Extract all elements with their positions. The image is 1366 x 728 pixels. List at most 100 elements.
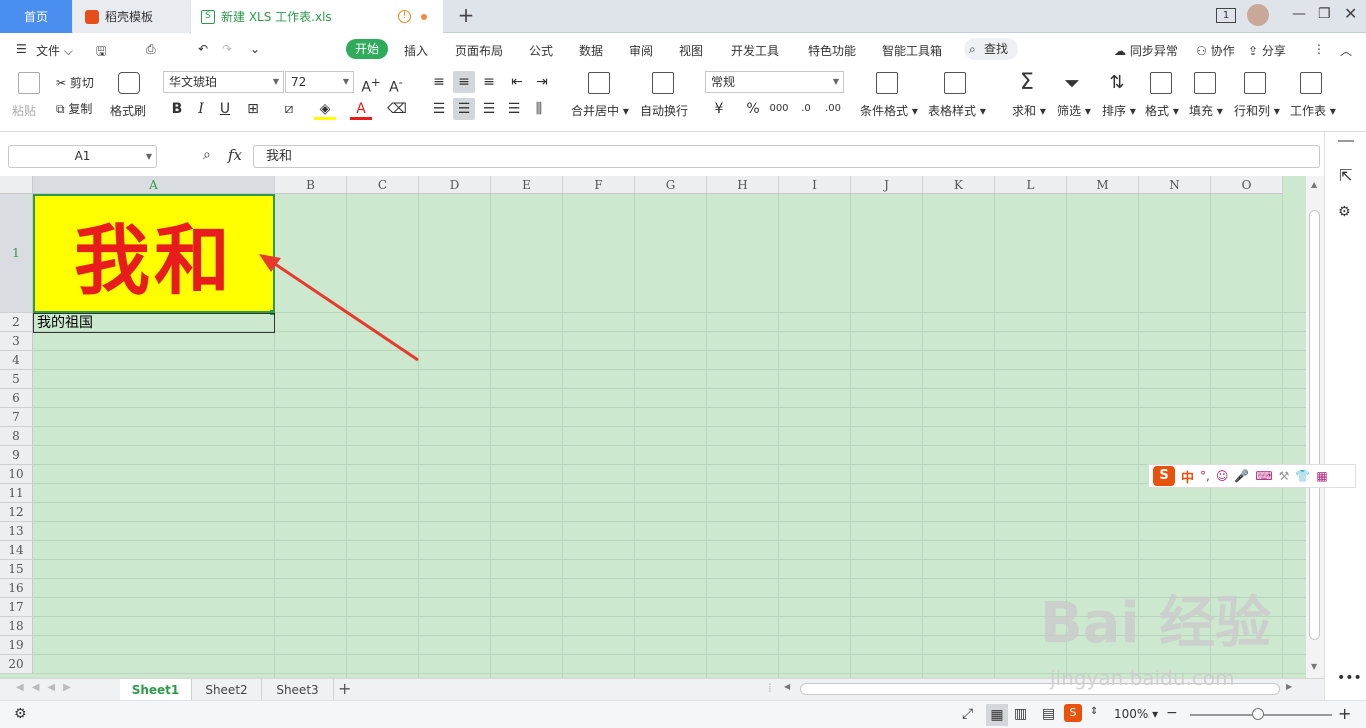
restore-icon[interactable]: ❐ <box>1318 6 1331 22</box>
macro-icon[interactable]: ⚙ <box>14 706 27 722</box>
search-button[interactable]: ⌕ 查找 <box>964 38 1018 60</box>
fill-icon[interactable] <box>1194 72 1216 94</box>
avatar[interactable] <box>1247 4 1269 26</box>
row-col-icon[interactable] <box>1244 72 1266 94</box>
format-button[interactable]: 格式 ▾ <box>1145 102 1179 119</box>
column-header-a[interactable]: A <box>33 176 275 194</box>
align-bottom-icon[interactable]: ≡ <box>478 71 500 93</box>
row-header-19[interactable]: 19 <box>0 636 33 655</box>
column-header-i[interactable]: I <box>779 176 851 194</box>
sheet-tab-2[interactable]: Sheet2 <box>192 679 262 701</box>
thousands-icon[interactable]: 000 <box>768 98 790 120</box>
table-style-icon[interactable] <box>944 72 966 94</box>
warning-icon[interactable]: ! <box>398 10 411 23</box>
sogou-tray-icon[interactable]: S <box>1064 704 1082 722</box>
tab-file[interactable]: S 新建 XLS 工作表.xls ! <box>191 0 443 33</box>
menu-features[interactable]: 特色功能 <box>808 42 856 59</box>
column-header-e[interactable]: E <box>491 176 563 194</box>
paste-icon[interactable] <box>18 72 40 94</box>
row-header-5[interactable]: 5 <box>0 370 33 389</box>
row-header-6[interactable]: 6 <box>0 389 33 408</box>
cell-style-icon[interactable]: ⧄ <box>278 98 300 120</box>
sum-button[interactable]: 求和 ▾ <box>1012 102 1046 119</box>
scroll-up-icon[interactable]: ▲ <box>1311 180 1317 189</box>
column-header-b[interactable]: B <box>275 176 347 194</box>
conditional-format-icon[interactable] <box>876 72 898 94</box>
percent-icon[interactable]: % <box>742 98 764 120</box>
more-icon[interactable]: ⋮ <box>1313 42 1325 56</box>
ime-toolbar[interactable]: S 中 °, ☺ 🎤 ⌨ ⚒ 👕 ▦ <box>1148 464 1356 488</box>
select-cursor-icon[interactable]: ⇱ <box>1339 166 1352 185</box>
conditional-format-button[interactable]: 条件格式 ▾ <box>860 102 918 119</box>
row-header-10[interactable]: 10 <box>0 465 33 484</box>
align-center-icon[interactable]: ☰ <box>453 98 475 120</box>
scroll-right-icon[interactable]: ▶ <box>1286 682 1292 691</box>
indent-decrease-icon[interactable]: ⇤ <box>506 71 528 93</box>
italic-icon[interactable]: I <box>190 98 212 120</box>
column-header-d[interactable]: D <box>419 176 491 194</box>
menu-smart-tools[interactable]: 智能工具箱 <box>882 42 942 59</box>
collab-button[interactable]: ⚇ 协作 <box>1196 42 1235 59</box>
name-box[interactable]: A1 ▼ <box>8 145 157 168</box>
formula-input[interactable]: 我和 <box>253 145 1320 168</box>
zoom-out-icon[interactable]: − <box>1166 705 1178 721</box>
cell-a1[interactable]: 我和 <box>33 194 275 313</box>
filter-button[interactable]: 筛选 ▾ <box>1057 102 1091 119</box>
tab-home[interactable]: 首页 <box>0 0 72 33</box>
menu-insert[interactable]: 插入 <box>404 42 428 59</box>
scroll-left-icon[interactable]: ◀ <box>784 682 790 691</box>
sheet-tab-3[interactable]: Sheet3 <box>262 679 334 701</box>
drag-handle-icon[interactable] <box>1338 140 1354 142</box>
font-name-select[interactable]: 华文琥珀 ▼ <box>163 71 284 93</box>
filter-icon[interactable]: ⏷ <box>1061 72 1083 94</box>
hamburger-icon[interactable]: ☰ <box>16 42 27 56</box>
normal-view-icon[interactable]: ▦ <box>986 704 1008 726</box>
format-painter-button[interactable]: 格式刷 <box>110 102 146 119</box>
close-icon[interactable]: ✕ <box>1344 4 1357 23</box>
sync-button[interactable]: ☁ 同步异常 <box>1114 42 1178 59</box>
menu-page-layout[interactable]: 页面布局 <box>455 42 503 59</box>
row-header-7[interactable]: 7 <box>0 408 33 427</box>
skin-icon[interactable]: 👕 <box>1295 469 1310 483</box>
column-header-h[interactable]: H <box>707 176 779 194</box>
menu-file[interactable]: 文件 ⌵ <box>36 42 73 59</box>
font-grow-icon[interactable]: A+ <box>360 71 382 96</box>
row-header-13[interactable]: 13 <box>0 522 33 541</box>
indent-increase-icon[interactable]: ⇥ <box>531 71 553 93</box>
keyboard-icon[interactable]: ⌨ <box>1255 469 1272 483</box>
column-header-m[interactable]: M <box>1067 176 1139 194</box>
column-header-g[interactable]: G <box>635 176 707 194</box>
add-sheet-icon[interactable]: + <box>338 679 351 698</box>
print-icon[interactable]: ⎙ <box>146 42 156 57</box>
cell-a2[interactable]: 我的祖国 <box>33 313 275 333</box>
format-icon[interactable] <box>1150 72 1172 94</box>
border-icon[interactable]: ⊞ <box>242 98 264 120</box>
redo-icon[interactable]: ↷ <box>222 42 232 56</box>
row-header-15[interactable]: 15 <box>0 560 33 579</box>
column-header-n[interactable]: N <box>1139 176 1211 194</box>
fx-icon[interactable]: fx <box>228 146 242 164</box>
paste-button[interactable]: 粘贴 <box>12 102 36 119</box>
new-tab-button[interactable]: + <box>456 5 476 26</box>
cut-button[interactable]: ✂ 剪切 <box>56 74 94 91</box>
font-size-select[interactable]: 72 ▼ <box>285 71 354 93</box>
bold-icon[interactable]: B <box>166 98 188 120</box>
sort-button[interactable]: 排序 ▾ <box>1102 102 1136 119</box>
align-middle-icon[interactable]: ≡ <box>453 71 475 93</box>
fill-color-icon[interactable]: ◈ <box>314 98 336 120</box>
row-header-16[interactable]: 16 <box>0 579 33 598</box>
column-header-f[interactable]: F <box>563 176 635 194</box>
tray-dropdown-icon[interactable]: ⇕ <box>1090 706 1098 717</box>
row-header-2[interactable]: 2 <box>0 313 33 332</box>
more-dots-icon[interactable]: ••• <box>1337 670 1362 686</box>
share-button[interactable]: ⇪ 分享 <box>1248 42 1286 59</box>
select-all-corner[interactable] <box>0 176 33 194</box>
tab-docer[interactable]: 稻壳模板 <box>73 0 190 33</box>
ime-mode[interactable]: 中 <box>1181 467 1194 486</box>
quick-access-dropdown-icon[interactable]: ⌄ <box>250 42 260 56</box>
row-header-17[interactable]: 17 <box>0 598 33 617</box>
microphone-icon[interactable]: 🎤 <box>1234 469 1249 483</box>
menu-developer[interactable]: 开发工具 <box>731 42 779 59</box>
emoji-icon[interactable]: ☺ <box>1216 469 1229 483</box>
menu-review[interactable]: 审阅 <box>629 42 653 59</box>
